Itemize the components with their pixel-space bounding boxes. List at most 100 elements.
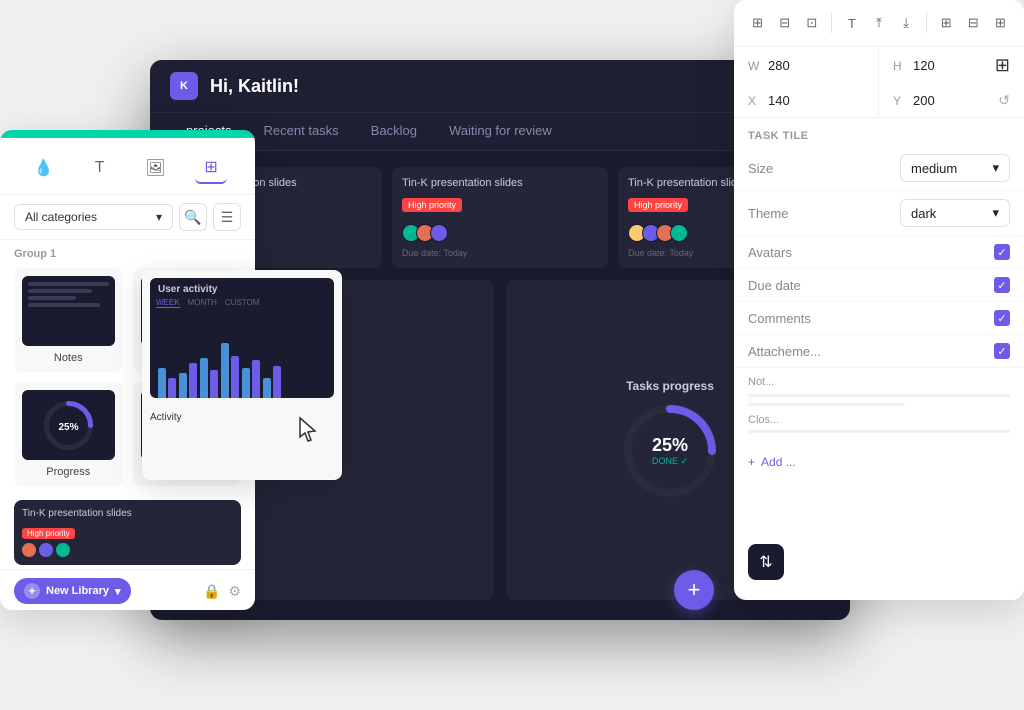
group-label: Group 1	[0, 240, 255, 264]
distribute-h-tool[interactable]: ⊞	[935, 10, 958, 36]
tab-waiting-review[interactable]: Waiting for review	[433, 113, 568, 150]
task-card-title: Tin-K presentation slides	[402, 177, 598, 189]
props-size-row: Size medium ▾	[734, 146, 1024, 191]
props-comments-row: Comments ✓	[734, 302, 1024, 335]
new-library-button[interactable]: + New Library ▾	[14, 578, 131, 604]
sidebar-task-preview-title: Tin-K presentation slides	[22, 508, 233, 519]
thumb-activity-card: User activity WEEK MONTH CUSTOM	[142, 270, 342, 480]
text-tool[interactable]: T	[840, 10, 863, 36]
align-top-tool[interactable]: ⤒	[867, 10, 890, 36]
x-value[interactable]: 140	[768, 93, 790, 108]
note-line-2	[28, 289, 92, 293]
sidebar-bottom: + New Library ▾ 🔒 ⚙	[0, 569, 255, 610]
note-line-2	[748, 403, 905, 406]
chevron-down-icon: ▾	[992, 205, 999, 221]
attachments-label: Attacheme...	[748, 344, 994, 359]
link-icon[interactable]: ⊞	[995, 55, 1010, 76]
bar-blue	[179, 373, 187, 398]
filter-settings-button[interactable]: ⇅	[748, 544, 784, 580]
dashboard-greeting: Hi, Kaitlin!	[210, 76, 299, 97]
tool-droplet[interactable]: 💧	[28, 152, 60, 184]
widget-notes-preview	[22, 276, 115, 346]
tool-text[interactable]: T	[84, 152, 116, 184]
y-value[interactable]: 200	[913, 93, 935, 108]
distribute-v-tool[interactable]: ⊟	[962, 10, 985, 36]
bar-blue	[158, 368, 166, 398]
widget-notes-label: Notes	[54, 352, 83, 364]
align-right-tool[interactable]: ⊡	[800, 10, 823, 36]
bar-purple	[252, 360, 260, 398]
widget-progress-preview: 25%	[22, 390, 115, 460]
progress-title: Tasks progress	[626, 379, 714, 393]
task-badge: High priority	[628, 198, 688, 212]
tab-recent-tasks[interactable]: Recent tasks	[248, 113, 355, 150]
progress-ring-icon: 25%	[41, 398, 96, 453]
add-button[interactable]: + Add ...	[734, 447, 1024, 477]
align-left-tool[interactable]: ⊞	[746, 10, 769, 36]
lock-icon: 🔒	[203, 583, 220, 600]
task-card-2[interactable]: Tin-K presentation slides High priority …	[392, 167, 608, 268]
height-value[interactable]: 120	[913, 58, 935, 73]
chevron-down-icon: ▾	[156, 210, 162, 224]
bar-group-6	[263, 366, 281, 398]
tool-image[interactable]: 🖼	[139, 152, 171, 184]
theme-select[interactable]: dark ▾	[900, 199, 1010, 227]
sidebar-thumb-preview: Tin-K presentation slides High priority	[0, 496, 255, 569]
comments-label: Comments	[748, 311, 994, 326]
width-value[interactable]: 280	[768, 58, 790, 73]
user-avatar: K	[170, 72, 198, 100]
sidebar-task-preview-avatars	[22, 543, 233, 557]
avatars-checkbox[interactable]: ✓	[994, 244, 1010, 260]
sidebar-filter-row: All categories ▾ 🔍 ☰	[0, 195, 255, 240]
duedate-checkbox[interactable]: ✓	[994, 277, 1010, 293]
tool-grid[interactable]: ⊞	[195, 152, 227, 184]
widget-notes[interactable]: Notes	[14, 268, 123, 372]
bar-blue	[200, 358, 208, 398]
properties-panel: ⊞ ⊟ ⊡ T ⤒ ⤓ ⊞ ⊟ ⊞ W 280 H 120 ⊞ X 140 Y …	[734, 0, 1024, 600]
bar-blue	[221, 343, 229, 398]
sidebar-bottom-icons: 🔒 ⚙	[203, 583, 241, 600]
size-select[interactable]: medium ▾	[900, 154, 1010, 182]
sidebar-task-preview-card: Tin-K presentation slides High priority	[14, 500, 241, 565]
new-library-plus-icon: +	[24, 583, 40, 599]
bar-group-4	[221, 343, 239, 398]
plus-icon: +	[748, 455, 755, 469]
bar-purple	[168, 378, 176, 398]
search-filter-button[interactable]: 🔍	[179, 203, 207, 231]
note-line-4	[28, 303, 100, 307]
y-coord: Y 200 ↺	[879, 84, 1024, 117]
comments-checkbox[interactable]: ✓	[994, 310, 1010, 326]
grid-tool[interactable]: ⊞	[989, 10, 1012, 36]
mini-avatar	[22, 543, 36, 557]
size-label: Size	[748, 161, 900, 176]
chart-tab-month[interactable]: MONTH	[188, 298, 217, 308]
sidebar-accent-bar	[0, 130, 255, 138]
props-attachments-row: Attacheme... ✓	[734, 335, 1024, 368]
mini-avatar	[56, 543, 70, 557]
props-avatars-row: Avatars ✓	[734, 236, 1024, 269]
note-line-1	[28, 282, 109, 286]
rotation-icon[interactable]: ↺	[998, 92, 1010, 109]
note-line-1	[748, 394, 1010, 397]
bar-blue	[263, 378, 271, 398]
add-label: Add ...	[761, 455, 796, 469]
notes-label: Not...	[748, 376, 1010, 388]
bar-group-2	[179, 363, 197, 398]
toolbar-divider	[831, 13, 832, 33]
align-bottom-tool[interactable]: ⤓	[895, 10, 918, 36]
fab-button[interactable]: +	[674, 570, 714, 610]
chart-tab-custom[interactable]: CUSTOM	[225, 298, 260, 308]
y-label: Y	[893, 94, 907, 108]
chevron-down-icon: ▾	[115, 585, 121, 598]
category-select[interactable]: All categories ▾	[14, 204, 173, 230]
tab-backlog[interactable]: Backlog	[355, 113, 433, 150]
fab-plus-icon: +	[688, 577, 701, 603]
chart-tab-week[interactable]: WEEK	[156, 298, 180, 308]
align-center-tool[interactable]: ⊟	[773, 10, 796, 36]
theme-value: dark	[911, 206, 936, 221]
widget-progress[interactable]: 25% Progress	[14, 382, 123, 486]
width-label: W	[748, 59, 762, 73]
props-section-title: TASK TILE	[734, 118, 1024, 146]
attachments-checkbox[interactable]: ✓	[994, 343, 1010, 359]
list-filter-button[interactable]: ☰	[213, 203, 241, 231]
